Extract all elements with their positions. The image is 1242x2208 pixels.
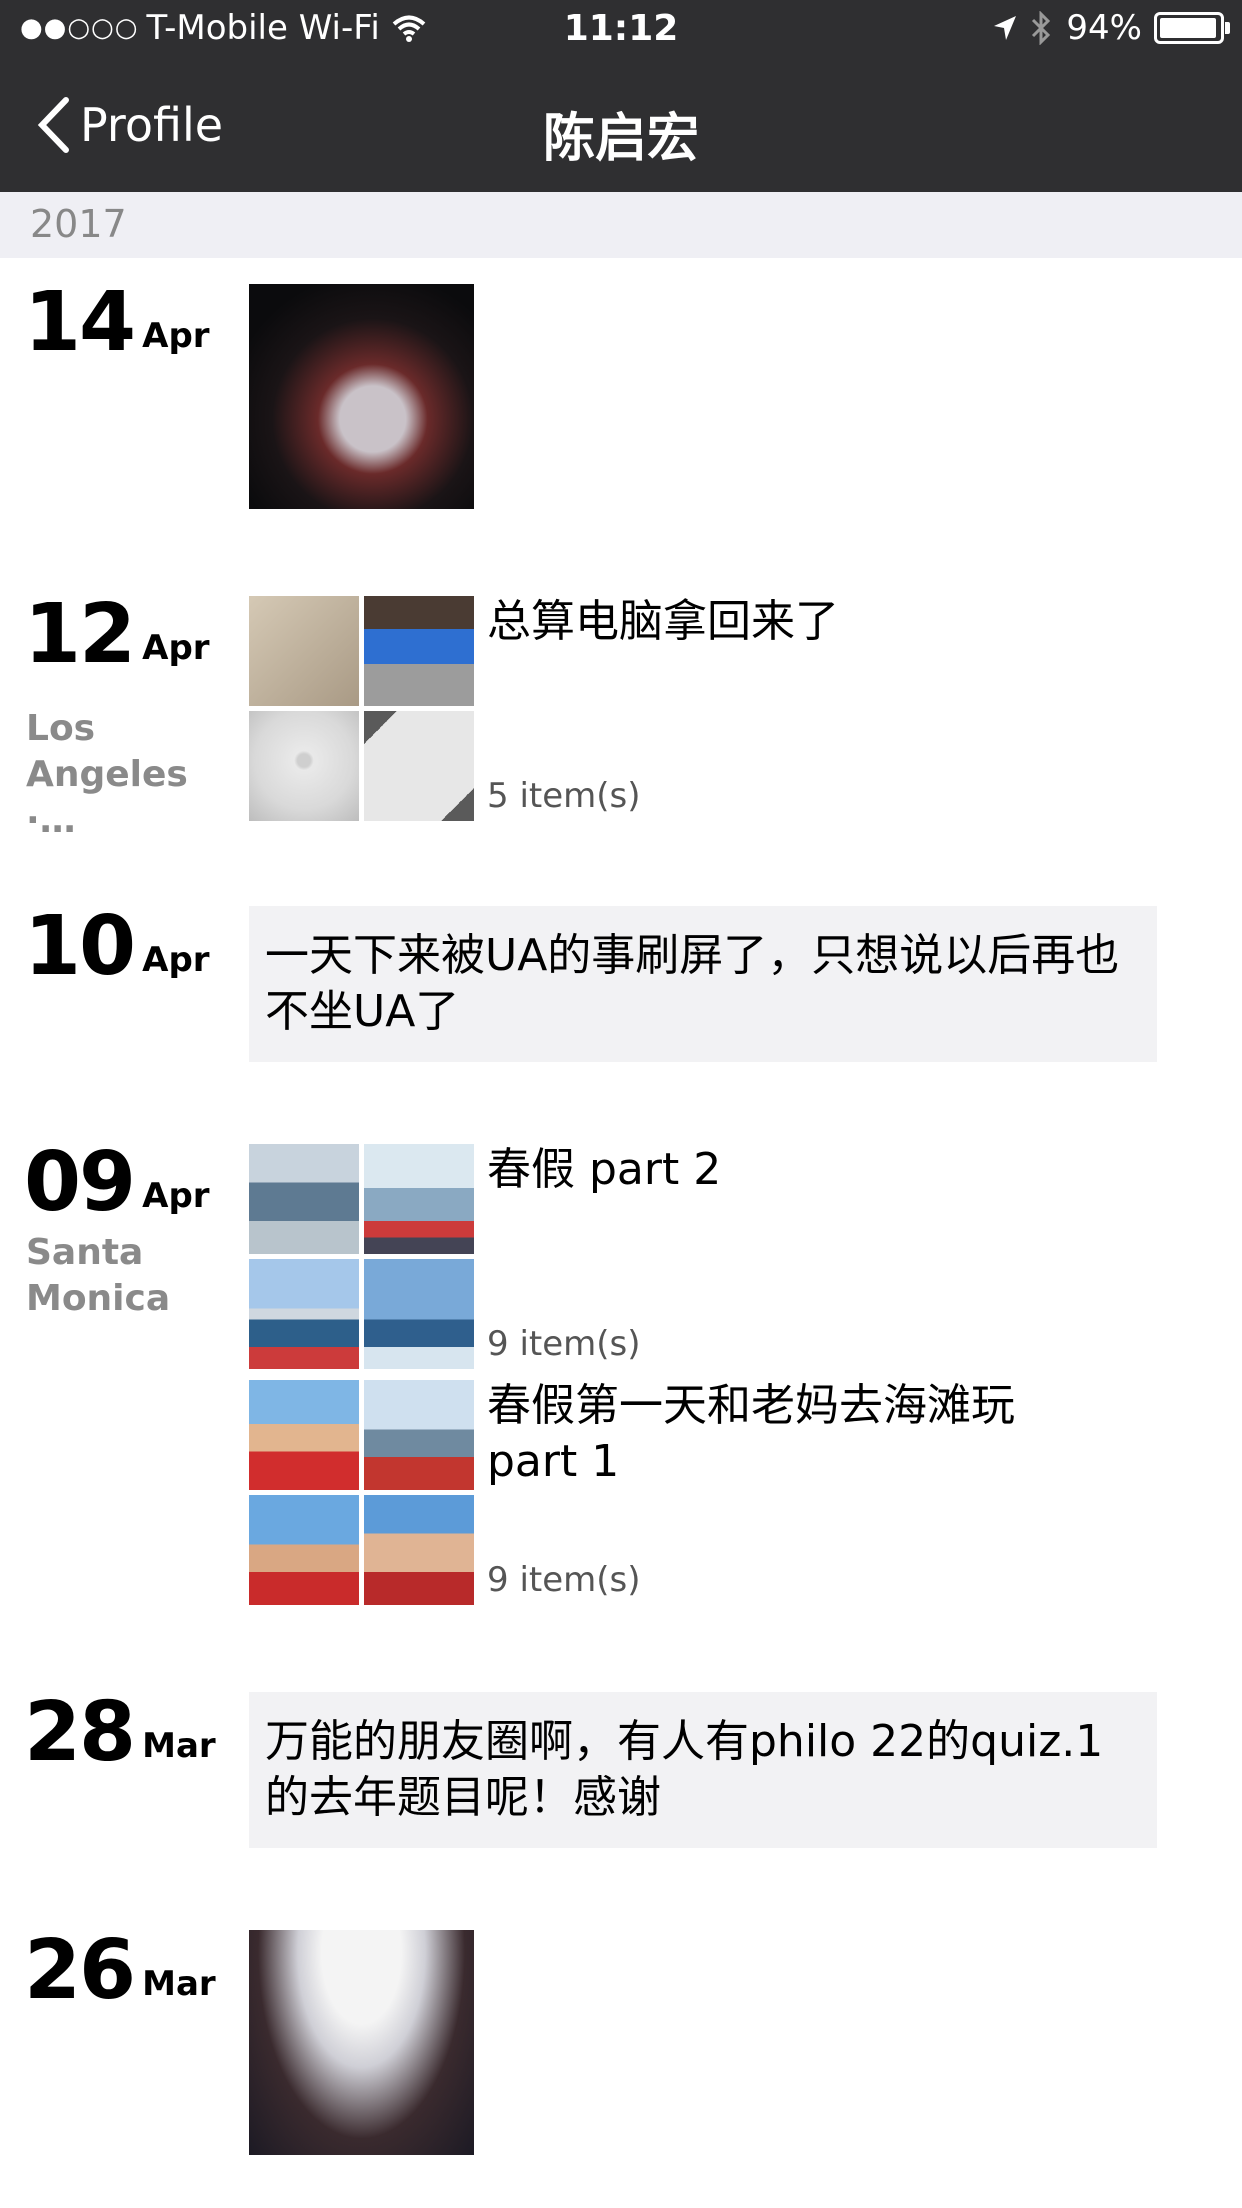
entry-day: 10 — [24, 899, 136, 994]
photo-thumbnail[interactable] — [364, 1380, 474, 1490]
entry-month: Mar — [142, 1964, 216, 2004]
photo-thumbnail[interactable] — [249, 711, 359, 821]
nav-bar: Profile 陈启宏 — [0, 62, 1242, 192]
entry-month: Apr — [142, 1176, 210, 1216]
battery-percent: 94% — [1066, 8, 1142, 48]
photo-thumbnail[interactable] — [364, 596, 474, 706]
status-bar: ●●○○○ T-Mobile Wi-Fi 11:12 94% — [0, 0, 1242, 62]
entry-date: 26 Mar — [24, 1930, 216, 2012]
top-bar: ●●○○○ T-Mobile Wi-Fi 11:12 94% Profile 陈… — [0, 0, 1242, 192]
photo-thumbnail[interactable] — [249, 1495, 359, 1605]
post-caption[interactable]: 春假第一天和老妈去海滩玩part 1 — [487, 1378, 1047, 1490]
photo-thumbnail[interactable] — [364, 1259, 474, 1369]
location-arrow-icon — [994, 16, 1017, 40]
status-right: 94% — [992, 8, 1230, 48]
photo-thumbnail[interactable] — [249, 1259, 359, 1369]
text-post[interactable]: 万能的朋友圈啊，有人有philo 22的quiz.1的去年题目呢！感谢 — [249, 1692, 1157, 1848]
entry-date: 10 Apr — [24, 906, 210, 988]
text-post[interactable]: 一天下来被UA的事刷屏了，只想说以后再也不坐UA了 — [249, 906, 1157, 1062]
photo-grid[interactable] — [249, 596, 474, 821]
photo-thumbnail[interactable] — [249, 1930, 474, 2155]
entry-date: 12 Apr — [24, 594, 210, 676]
year-label: 2017 — [30, 202, 127, 246]
photo-thumbnail[interactable] — [249, 1380, 359, 1490]
photo-grid[interactable] — [249, 1380, 474, 1605]
photo-grid[interactable] — [249, 1144, 474, 1369]
battery-icon — [1154, 12, 1230, 44]
entry-month: Apr — [142, 316, 210, 356]
entry-location: Santa Monica — [26, 1232, 171, 1319]
item-count: 9 item(s) — [487, 1560, 641, 1600]
post-caption[interactable]: 总算电脑拿回来了 — [487, 594, 1087, 650]
item-count: 5 item(s) — [487, 776, 641, 816]
entry-month: Apr — [142, 940, 210, 980]
entry-month: Mar — [142, 1726, 216, 1766]
photo-thumbnail[interactable] — [249, 284, 474, 509]
photo-thumbnail[interactable] — [364, 1144, 474, 1254]
photo-thumbnail[interactable] — [364, 1495, 474, 1605]
entry-date: 14 Apr — [24, 282, 210, 364]
entry-date: 09 Apr — [24, 1142, 210, 1224]
bluetooth-icon — [1032, 11, 1051, 45]
photo-thumbnail[interactable] — [364, 711, 474, 821]
photo-thumbnail[interactable] — [249, 596, 359, 706]
item-count: 9 item(s) — [487, 1324, 641, 1364]
photo-thumbnail[interactable] — [249, 1144, 359, 1254]
page-title: 陈启宏 — [542, 109, 699, 169]
post-caption[interactable]: 春假 part 2 — [487, 1142, 1087, 1198]
entry-day: 12 — [24, 587, 136, 682]
entry-day: 09 — [24, 1135, 136, 1230]
entry-day: 14 — [24, 275, 136, 370]
entry-day: 28 — [24, 1685, 136, 1780]
year-section-header: 2017 — [0, 192, 1242, 258]
entry-date: 28 Mar — [24, 1692, 216, 1774]
entry-month: Apr — [142, 628, 210, 668]
entry-day: 26 — [24, 1923, 136, 2018]
entry-location: Los Angeles ·… — [26, 708, 188, 841]
